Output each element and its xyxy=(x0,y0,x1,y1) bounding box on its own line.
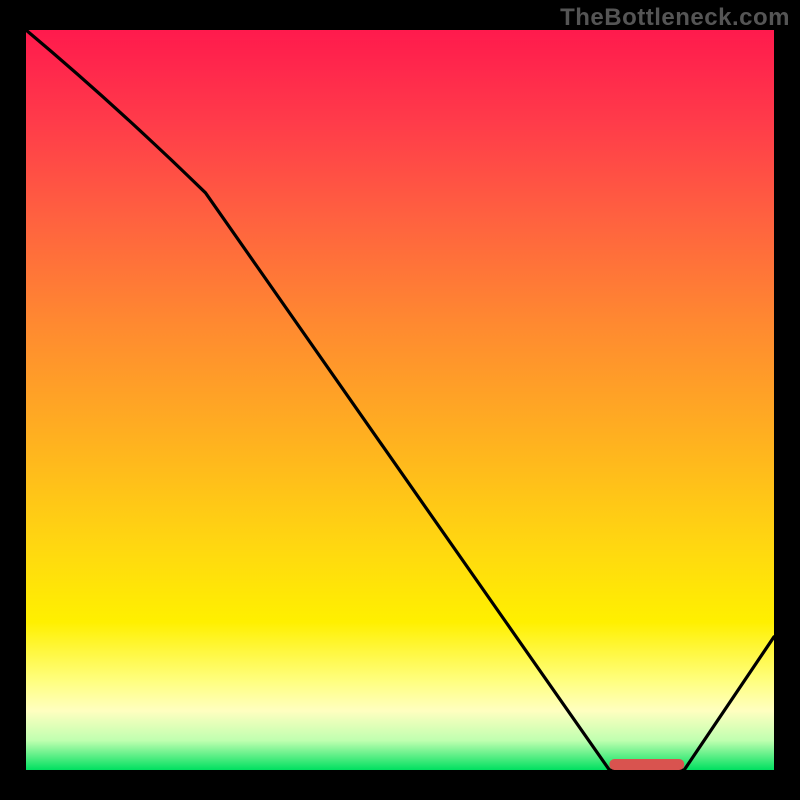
optimal-range-marker xyxy=(609,759,684,770)
bottleneck-curve xyxy=(26,30,774,771)
chart-svg xyxy=(26,30,774,770)
watermark-label: TheBottleneck.com xyxy=(560,4,790,32)
chart-plot-area xyxy=(26,30,774,770)
